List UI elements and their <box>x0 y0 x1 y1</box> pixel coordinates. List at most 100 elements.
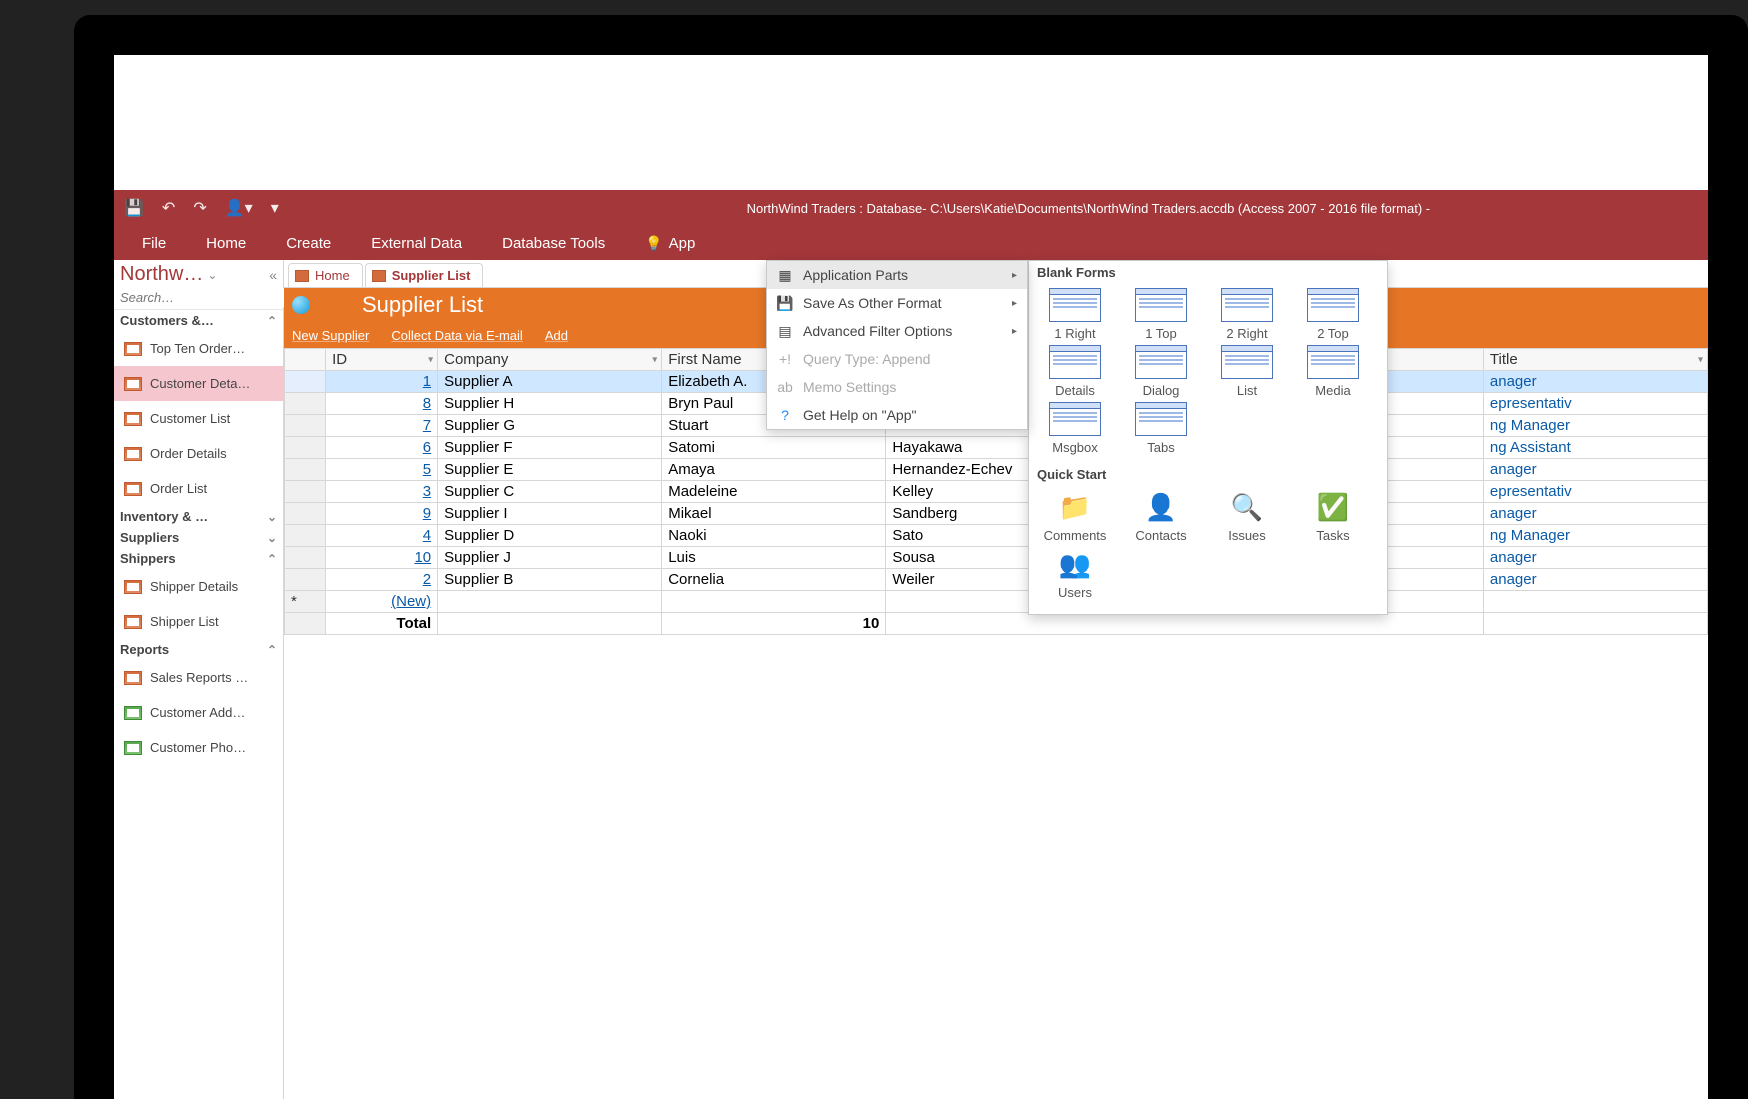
gallery-item[interactable]: 🔍Issues <box>1209 490 1285 543</box>
datasheet[interactable]: ID▾ Company▾ First Name Last Name Title▾… <box>284 348 1708 1099</box>
record-selector[interactable] <box>285 371 326 393</box>
cell-id[interactable]: 2 <box>326 569 438 591</box>
tab-tell-me[interactable]: 💡 App <box>625 226 715 260</box>
cell-id[interactable]: 9 <box>326 503 438 525</box>
cell-first-name[interactable]: Satomi <box>662 437 886 459</box>
dropdown-icon[interactable]: ▾ <box>1698 354 1703 365</box>
cell-company[interactable]: Supplier J <box>438 547 662 569</box>
record-selector[interactable] <box>285 503 326 525</box>
nav-item-shipper-list[interactable]: Shipper List <box>114 604 283 639</box>
gallery-item[interactable]: 1 Right <box>1037 288 1113 341</box>
doc-tab-supplier-list[interactable]: Supplier List <box>365 263 484 287</box>
cell-id[interactable]: 3 <box>326 481 438 503</box>
cell-company[interactable]: Supplier B <box>438 569 662 591</box>
cell-id[interactable]: 5 <box>326 459 438 481</box>
cell-company[interactable]: Supplier H <box>438 393 662 415</box>
cell-company[interactable]: Supplier A <box>438 371 662 393</box>
add-button[interactable]: Add <box>545 328 568 343</box>
col-id[interactable]: ID▾ <box>326 349 438 371</box>
redo-icon[interactable]: ↷ <box>193 198 206 218</box>
gallery-item[interactable]: Media <box>1295 345 1371 398</box>
gallery-item[interactable]: Tabs <box>1123 402 1199 455</box>
new-record-row[interactable]: *(New) <box>285 591 1708 613</box>
nav-section-customers[interactable]: Customers &… ⌃ <box>114 310 283 331</box>
nav-item-customer-details[interactable]: Customer Deta… <box>114 366 283 401</box>
gallery-item[interactable]: 👤Contacts <box>1123 490 1199 543</box>
save-icon[interactable]: 💾 <box>124 198 144 218</box>
collect-data-button[interactable]: Collect Data via E-mail <box>391 328 523 343</box>
gallery-item[interactable]: 📁Comments <box>1037 490 1113 543</box>
table-row[interactable]: 3Supplier CMadeleineKelleyepresentativ <box>285 481 1708 503</box>
tab-create[interactable]: Create <box>266 226 351 260</box>
cell-job-title[interactable]: anager <box>1483 459 1707 481</box>
new-supplier-button[interactable]: New Supplier <box>292 328 369 343</box>
cell-job-title[interactable]: ng Manager <box>1483 525 1707 547</box>
cell-id[interactable]: 4 <box>326 525 438 547</box>
nav-item-customer-pho[interactable]: Customer Pho… <box>114 730 283 765</box>
nav-item-sales-reports[interactable]: Sales Reports … <box>114 660 283 695</box>
doc-tab-home[interactable]: Home <box>288 263 363 287</box>
cell-id[interactable]: 6 <box>326 437 438 459</box>
undo-icon[interactable]: ↶ <box>162 198 175 218</box>
cell-job-title[interactable]: epresentativ <box>1483 393 1707 415</box>
record-selector[interactable] <box>285 393 326 415</box>
cell-job-title[interactable]: anager <box>1483 371 1707 393</box>
tab-external-data[interactable]: External Data <box>351 226 482 260</box>
nav-item-order-list[interactable]: Order List <box>114 471 283 506</box>
dropdown-icon[interactable]: ⌄ <box>207 268 217 282</box>
gallery-item[interactable]: 1 Top <box>1123 288 1199 341</box>
cell-first-name[interactable]: Naoki <box>662 525 886 547</box>
gallery-item[interactable]: 2 Right <box>1209 288 1285 341</box>
collapse-icon[interactable]: « <box>269 267 277 283</box>
record-selector[interactable] <box>285 415 326 437</box>
cell-id[interactable]: 1 <box>326 371 438 393</box>
gallery-item[interactable]: ✅Tasks <box>1295 490 1371 543</box>
nav-item-top-ten-orders[interactable]: Top Ten Order… <box>114 331 283 366</box>
gallery-item[interactable]: List <box>1209 345 1285 398</box>
cell-company[interactable]: Supplier D <box>438 525 662 547</box>
tab-database-tools[interactable]: Database Tools <box>482 226 625 260</box>
table-row[interactable]: 10Supplier JLuisSousaanager <box>285 547 1708 569</box>
record-selector[interactable] <box>285 481 326 503</box>
cell-job-title[interactable]: anager <box>1483 547 1707 569</box>
cell-company[interactable]: Supplier E <box>438 459 662 481</box>
user-icon[interactable]: 👤▾ <box>225 198 253 218</box>
menu-get-help[interactable]: ?Get Help on "App" <box>767 401 1027 429</box>
gallery-item[interactable]: Details <box>1037 345 1113 398</box>
col-company[interactable]: Company▾ <box>438 349 662 371</box>
dropdown-icon[interactable]: ▾ <box>652 354 657 365</box>
cell-company[interactable]: Supplier I <box>438 503 662 525</box>
cell-job-title[interactable]: anager <box>1483 569 1707 591</box>
cell-id[interactable]: 7 <box>326 415 438 437</box>
qat-customize-icon[interactable]: ▾ <box>271 198 279 218</box>
cell-job-title[interactable]: anager <box>1483 503 1707 525</box>
table-row[interactable]: 9Supplier IMikaelSandberganager <box>285 503 1708 525</box>
cell-first-name[interactable]: Cornelia <box>662 569 886 591</box>
record-selector[interactable] <box>285 525 326 547</box>
menu-application-parts[interactable]: ▦Application Parts▸ <box>767 261 1027 289</box>
table-row[interactable]: 4Supplier DNaokiSatong Manager <box>285 525 1708 547</box>
tab-home[interactable]: Home <box>186 226 266 260</box>
gallery-item[interactable]: 2 Top <box>1295 288 1371 341</box>
cell-job-title[interactable]: ng Manager <box>1483 415 1707 437</box>
nav-section-inventory[interactable]: Inventory & …⌄ <box>114 506 283 527</box>
record-selector[interactable] <box>285 547 326 569</box>
cell-company[interactable]: Supplier F <box>438 437 662 459</box>
nav-item-customer-list[interactable]: Customer List <box>114 401 283 436</box>
table-row[interactable]: 5Supplier EAmayaHernandez-Echevanager <box>285 459 1708 481</box>
table-row[interactable]: 6Supplier FSatomiHayakawang Assistant <box>285 437 1708 459</box>
cell-job-title[interactable]: epresentativ <box>1483 481 1707 503</box>
dropdown-icon[interactable]: ▾ <box>428 354 433 365</box>
tab-file[interactable]: File <box>122 226 186 260</box>
menu-save-as-other[interactable]: 💾Save As Other Format▸ <box>767 289 1027 317</box>
gallery-item[interactable]: 👥Users <box>1037 547 1113 600</box>
nav-section-suppliers[interactable]: Suppliers⌄ <box>114 527 283 548</box>
record-selector[interactable] <box>285 437 326 459</box>
nav-section-reports[interactable]: Reports⌃ <box>114 639 283 660</box>
cell-company[interactable]: Supplier C <box>438 481 662 503</box>
cell-id[interactable]: 10 <box>326 547 438 569</box>
nav-item-order-details[interactable]: Order Details <box>114 436 283 471</box>
nav-item-customer-add[interactable]: Customer Add… <box>114 695 283 730</box>
record-selector[interactable] <box>285 459 326 481</box>
cell-id[interactable]: 8 <box>326 393 438 415</box>
